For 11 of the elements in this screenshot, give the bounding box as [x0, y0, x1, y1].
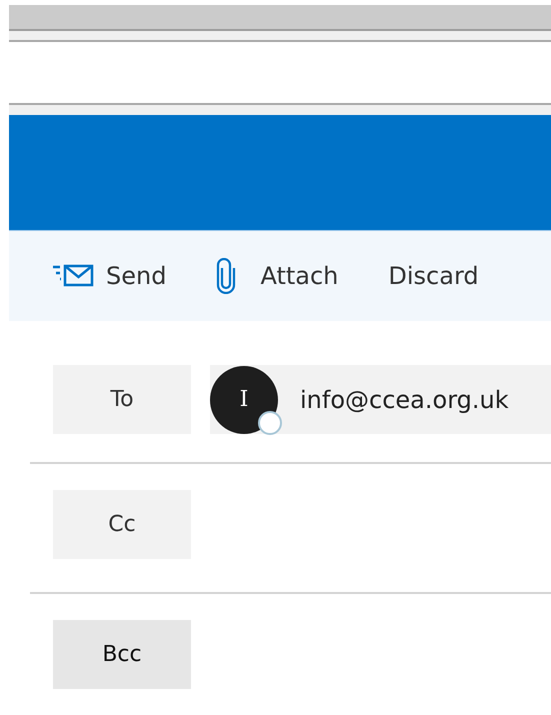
discard-button[interactable]: Discard — [388, 262, 479, 290]
attach-button[interactable]: Attach — [216, 258, 338, 294]
avatar: I — [210, 366, 278, 434]
recipient-chip[interactable]: I info@ccea.org.uk — [210, 365, 551, 434]
presence-icon — [258, 410, 282, 434]
send-envelope-icon — [52, 263, 94, 289]
paperclip-icon — [216, 258, 236, 294]
field-label-button[interactable]: Cc — [53, 490, 191, 559]
field-label-button[interactable]: Bcc — [53, 620, 191, 689]
field-label-button[interactable]: To — [53, 365, 191, 434]
send-button[interactable]: Send — [52, 262, 166, 290]
